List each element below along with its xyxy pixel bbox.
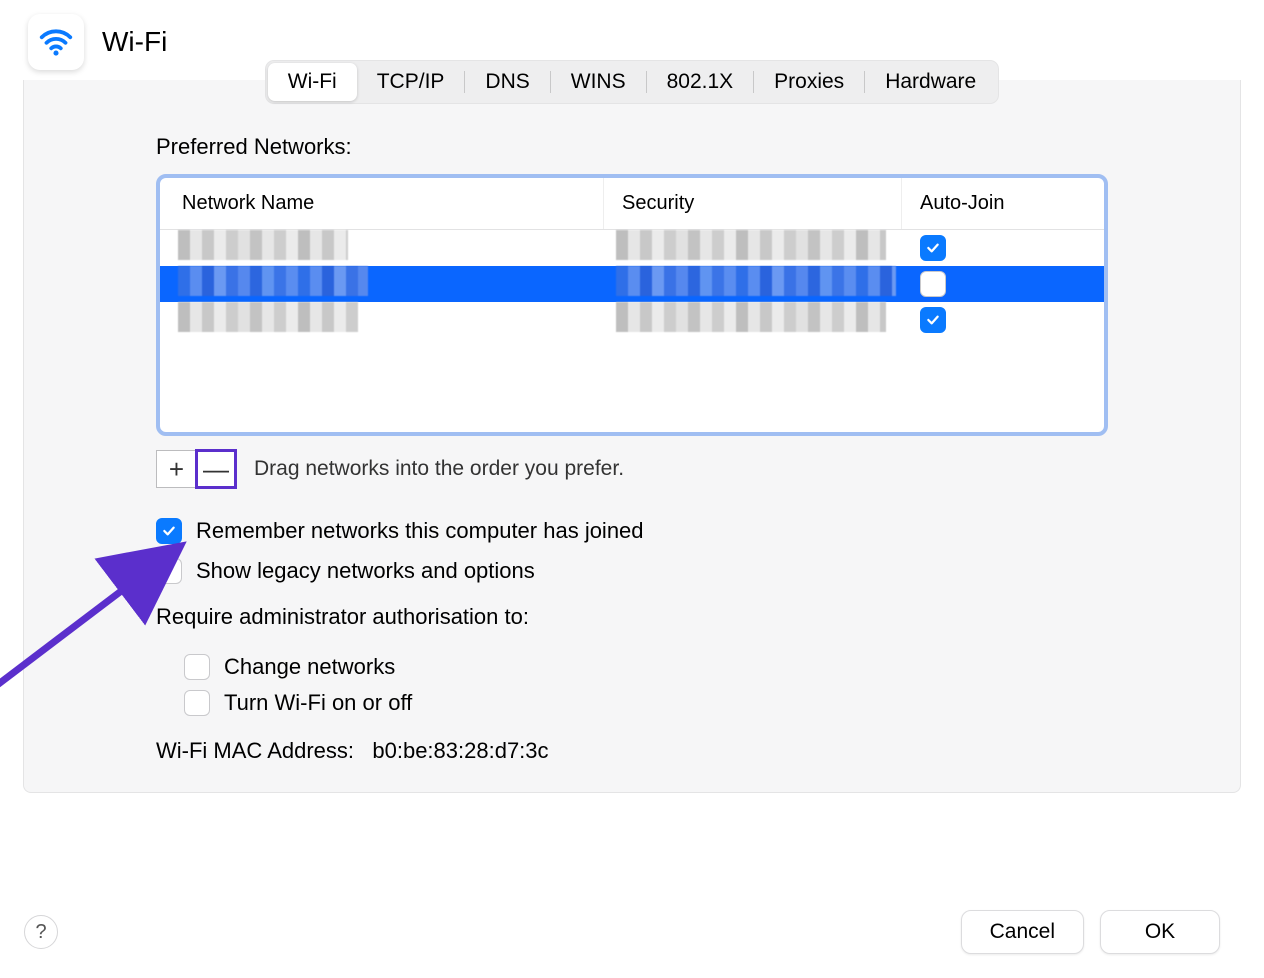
check-icon <box>925 312 941 328</box>
mac-address-value: b0:be:83:28:d7:3c <box>372 738 548 763</box>
remember-networks-checkbox[interactable] <box>156 518 182 544</box>
tab-8021x[interactable]: 802.1X <box>647 63 754 101</box>
add-network-button[interactable]: + <box>156 450 196 488</box>
autojoin-checkbox[interactable] <box>920 307 946 333</box>
show-legacy-checkbox[interactable] <box>156 558 182 584</box>
network-security-redacted <box>616 266 896 296</box>
show-legacy-label: Show legacy networks and options <box>196 558 535 584</box>
network-security-redacted <box>616 302 886 332</box>
network-name-redacted <box>178 266 368 296</box>
check-icon <box>161 523 177 539</box>
column-header-autojoin[interactable]: Auto-Join <box>902 178 1104 229</box>
tab-proxies[interactable]: Proxies <box>754 63 864 101</box>
table-row[interactable] <box>160 266 1104 302</box>
network-name-redacted <box>178 302 358 332</box>
tab-dns[interactable]: DNS <box>465 63 549 101</box>
require-admin-label: Require administrator authorisation to: <box>156 604 1108 630</box>
content-panel: Preferred Networks: Network Name Securit… <box>23 80 1241 793</box>
table-row[interactable] <box>160 230 1104 266</box>
settings-tabs: Wi-Fi TCP/IP DNS WINS 802.1X Proxies Har… <box>265 60 999 104</box>
tab-hardware[interactable]: Hardware <box>865 63 996 101</box>
toggle-wifi-checkbox[interactable] <box>184 690 210 716</box>
drag-hint: Drag networks into the order you prefer. <box>254 457 624 481</box>
mac-address-label: Wi-Fi MAC Address: <box>156 738 354 763</box>
autojoin-checkbox[interactable] <box>920 271 946 297</box>
column-header-name[interactable]: Network Name <box>160 178 604 229</box>
table-row[interactable] <box>160 302 1104 338</box>
help-button[interactable]: ? <box>24 915 58 949</box>
page-title: Wi-Fi <box>102 26 167 58</box>
check-icon <box>925 240 941 256</box>
table-header: Network Name Security Auto-Join <box>160 178 1104 230</box>
tab-tcpip[interactable]: TCP/IP <box>357 63 465 101</box>
remove-network-button[interactable]: — <box>196 450 236 488</box>
column-header-security[interactable]: Security <box>604 178 902 229</box>
change-networks-checkbox[interactable] <box>184 654 210 680</box>
tab-wins[interactable]: WINS <box>551 63 646 101</box>
remember-networks-label: Remember networks this computer has join… <box>196 518 644 544</box>
change-networks-label: Change networks <box>224 654 395 680</box>
cancel-button[interactable]: Cancel <box>961 910 1084 954</box>
network-name-redacted <box>178 230 348 260</box>
network-security-redacted <box>616 230 886 260</box>
preferred-networks-label: Preferred Networks: <box>156 134 1108 160</box>
preferred-networks-table[interactable]: Network Name Security Auto-Join <box>156 174 1108 436</box>
toggle-wifi-label: Turn Wi-Fi on or off <box>224 690 412 716</box>
ok-button[interactable]: OK <box>1100 910 1220 954</box>
autojoin-checkbox[interactable] <box>920 235 946 261</box>
tab-wifi[interactable]: Wi-Fi <box>268 63 357 101</box>
